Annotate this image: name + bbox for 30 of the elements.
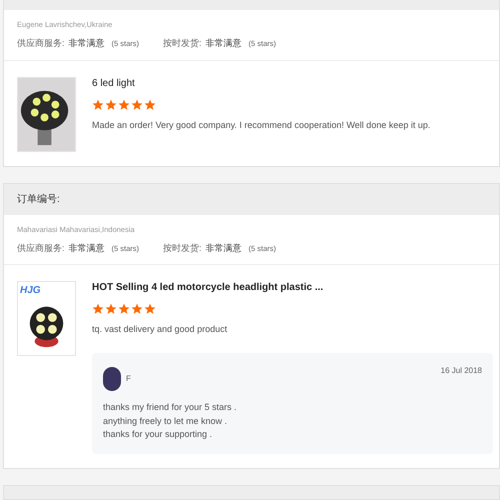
review-comment: Made an order! Very good company. I recommend cooperation! Well done keep it up. (92, 118, 432, 130)
rating-label: 按时发货: (163, 242, 202, 254)
product-title[interactable]: 6 led light (92, 76, 493, 90)
rating-label: 按时发货: (163, 37, 202, 50)
replier-name: F (126, 373, 131, 385)
product-title[interactable]: HOT Selling 4 led motorcycle headlight plastic ... (92, 281, 493, 295)
star-icon (105, 303, 117, 315)
avatar-icon (103, 367, 121, 391)
reply-text: thanks my friend for your 5 stars . (103, 401, 238, 414)
rating-value: 非常满意 (68, 242, 105, 254)
star-icon (131, 98, 143, 110)
star-icon (118, 98, 130, 110)
rating-value: 非常满意 (206, 242, 242, 254)
review-comment: tq. vast delivery and good product (92, 323, 228, 335)
star-icon (105, 98, 117, 110)
star-icon (144, 303, 156, 315)
reply-date: 16 Jul 2018 (440, 365, 482, 377)
rating-value: 非常满意 (206, 37, 242, 50)
star-icon (118, 303, 130, 315)
star-icon (144, 98, 156, 110)
rating-label: 供应商服务: (17, 37, 65, 50)
logo-text: HJG (20, 284, 41, 298)
order-number-label: 订单编号: (17, 192, 60, 206)
rating-value: 非常满意 (68, 37, 105, 50)
rating-label: 供应商服务: (17, 242, 65, 254)
reply-text: thanks for your supporting . (103, 428, 214, 441)
star-icon (92, 98, 104, 110)
reply-text: anything freely to let me know . (103, 414, 228, 428)
star-icon (131, 303, 143, 315)
star-icon (92, 303, 104, 315)
